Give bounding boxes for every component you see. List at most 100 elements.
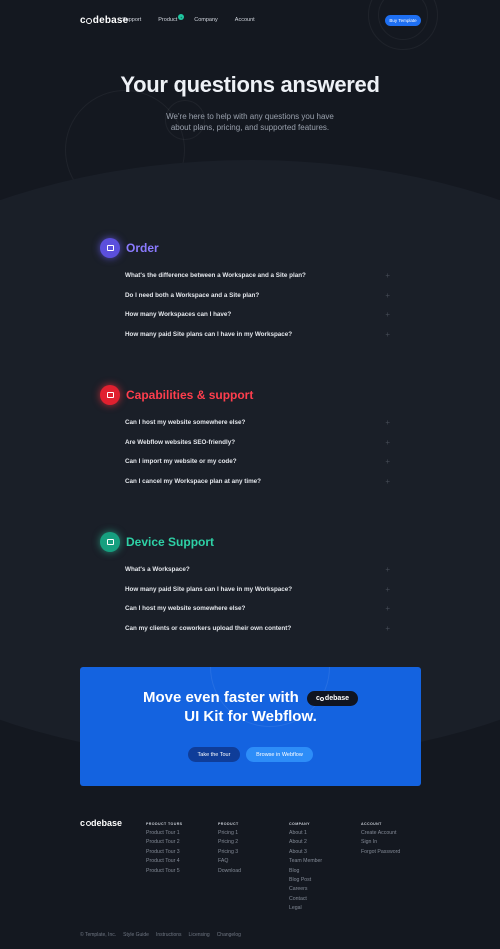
logo-dot-icon bbox=[85, 820, 91, 826]
faq-question[interactable]: Can I host my website somewhere else? + bbox=[125, 599, 390, 619]
footer-link[interactable]: About 2 bbox=[289, 839, 322, 848]
cta-buttons: Take the Tour Browse in Webflow bbox=[80, 747, 421, 762]
footer-heading: PRODUCT TOURS bbox=[146, 822, 183, 826]
page-title: Your questions answered bbox=[120, 72, 380, 97]
faq-question[interactable]: Can I import my website or my code? + bbox=[125, 452, 390, 472]
page-subtitle: We're here to help with any questions yo… bbox=[166, 112, 334, 132]
cta-logo-pill: c debase bbox=[307, 691, 359, 706]
plus-icon: + bbox=[385, 476, 390, 486]
footer-link[interactable]: About 1 bbox=[289, 830, 322, 839]
nav-account[interactable]: Account bbox=[235, 17, 255, 23]
section-header: Order bbox=[100, 237, 390, 259]
main-nav: Support Product + Company Account bbox=[122, 14, 272, 23]
faq-question[interactable]: What's a Workspace? + bbox=[125, 560, 390, 580]
footer-link[interactable]: Download bbox=[218, 868, 241, 877]
faq-question[interactable]: Are Webflow websites SEO-friendly? + bbox=[125, 433, 390, 453]
faq-section-capabilities: Capabilities & support Can I host my web… bbox=[100, 384, 390, 491]
footer-bottom-link[interactable]: Changelog bbox=[217, 932, 241, 938]
faq-question[interactable]: How many paid Site plans can I have in m… bbox=[125, 580, 390, 600]
faq-question[interactable]: How many paid Site plans can I have in m… bbox=[125, 325, 390, 345]
cta-title: Move even faster with c debase UI Kit for… bbox=[80, 688, 421, 726]
faq-question[interactable]: Can I cancel my Workspace plan at any ti… bbox=[125, 472, 390, 492]
footer-link[interactable]: Legal bbox=[289, 905, 322, 914]
footer-link[interactable]: FAQ bbox=[218, 858, 241, 867]
faq-question[interactable]: Can I host my website somewhere else? + bbox=[125, 413, 390, 433]
footer-column-product: PRODUCT Pricing 1 Pricing 2 Pricing 3 FA… bbox=[218, 822, 241, 877]
question-list: Can I host my website somewhere else? + A… bbox=[125, 413, 390, 491]
footer-link[interactable]: Contact bbox=[289, 896, 322, 905]
logo-text-pre: c bbox=[80, 15, 86, 26]
page: c debase Support Product + Company Accoun… bbox=[0, 0, 500, 949]
faq-question[interactable]: Can my clients or coworkers upload their… bbox=[125, 619, 390, 639]
copyright: © Template, Inc. bbox=[80, 932, 117, 938]
nav-product[interactable]: Product + bbox=[158, 14, 185, 23]
footer-link[interactable]: Careers bbox=[289, 886, 322, 895]
footer-link[interactable]: Product Tour 2 bbox=[146, 839, 182, 848]
footer-link[interactable]: Product Tour 4 bbox=[146, 858, 182, 867]
faq-section-device-support: Device Support What's a Workspace? + How … bbox=[100, 531, 390, 638]
faq-question[interactable]: What's the difference between a Workspac… bbox=[125, 266, 390, 286]
footer-link[interactable]: Team Member bbox=[289, 858, 322, 867]
footer-link[interactable]: Pricing 1 bbox=[218, 830, 241, 839]
plus-icon: + bbox=[385, 457, 390, 467]
question-text: Can I import my website or my code? bbox=[125, 458, 237, 466]
footer-link[interactable]: Sign In bbox=[361, 839, 400, 848]
logo-dot-icon bbox=[320, 696, 325, 701]
section-title: Capabilities & support bbox=[126, 388, 254, 402]
logo-dot-icon bbox=[86, 17, 93, 24]
footer-link[interactable]: Pricing 3 bbox=[218, 849, 241, 858]
logo-text-post: debase bbox=[91, 818, 123, 828]
cta-logo-pre: c bbox=[316, 695, 320, 702]
footer-heading: COMPANY bbox=[289, 822, 310, 826]
plus-icon: + bbox=[385, 329, 390, 339]
footer-link[interactable]: Blog Post bbox=[289, 877, 322, 886]
footer-link[interactable]: Product Tour 1 bbox=[146, 830, 182, 839]
question-text: What's the difference between a Workspac… bbox=[125, 272, 306, 280]
footer-heading: PRODUCT bbox=[218, 822, 239, 826]
plus-icon: + bbox=[385, 310, 390, 320]
question-text: Can I cancel my Workspace plan at any ti… bbox=[125, 477, 262, 485]
footer-link[interactable]: About 3 bbox=[289, 849, 322, 858]
nav-support[interactable]: Support bbox=[122, 17, 141, 23]
plus-icon: + bbox=[385, 437, 390, 447]
cta-title-line1: Move even faster with bbox=[142, 689, 299, 706]
take-tour-button[interactable]: Take the Tour bbox=[188, 747, 240, 762]
question-text: Can I host my website somewhere else? bbox=[125, 605, 246, 613]
footer-link[interactable]: Forgot Password bbox=[361, 849, 400, 858]
section-title: Order bbox=[126, 241, 159, 255]
footer-bottom-link[interactable]: Instructions bbox=[156, 932, 182, 938]
product-badge: + bbox=[178, 14, 185, 20]
cart-icon bbox=[100, 238, 120, 258]
plus-icon: + bbox=[385, 418, 390, 428]
footer-link[interactable]: Product Tour 5 bbox=[146, 868, 182, 877]
plus-icon: + bbox=[385, 604, 390, 614]
question-text: Can my clients or coworkers upload their… bbox=[125, 624, 292, 632]
browse-webflow-button[interactable]: Browse in Webflow bbox=[246, 747, 313, 762]
question-text: How many paid Site plans can I have in m… bbox=[125, 585, 293, 593]
footer-bottom-link[interactable]: Style Guide bbox=[123, 932, 149, 938]
footer-link[interactable]: Product Tour 3 bbox=[146, 849, 182, 858]
footer-heading: ACCOUNT bbox=[361, 822, 382, 826]
question-list: What's the difference between a Workspac… bbox=[125, 266, 390, 344]
footer-column-account: ACCOUNT Create Account Sign In Forgot Pa… bbox=[361, 822, 400, 858]
footer-logo[interactable]: c debase bbox=[80, 818, 122, 828]
question-text: Can I host my website somewhere else? bbox=[125, 419, 246, 427]
question-text: How many paid Site plans can I have in m… bbox=[125, 330, 293, 338]
cta-logo-post: debase bbox=[324, 695, 350, 702]
buy-template-button[interactable]: Buy Template bbox=[385, 15, 421, 26]
plus-icon: + bbox=[385, 584, 390, 594]
footer-link[interactable]: Create Account bbox=[361, 830, 400, 839]
nav-company[interactable]: Company bbox=[194, 17, 218, 23]
footer-bottom-link[interactable]: Licensing bbox=[189, 932, 210, 938]
faq-question[interactable]: Do I need both a Workspace and a Site pl… bbox=[125, 286, 390, 306]
footer-column-company: COMPANY About 1 About 2 About 3 Team Mem… bbox=[289, 822, 322, 915]
question-text: Are Webflow websites SEO-friendly? bbox=[125, 438, 236, 446]
nav-product-label: Product bbox=[158, 17, 178, 23]
device-icon bbox=[100, 532, 120, 552]
faq-section-order: Order What's the difference between a Wo… bbox=[100, 237, 390, 344]
logo-text-pre: c bbox=[80, 818, 86, 828]
section-header: Device Support bbox=[100, 531, 390, 553]
faq-question[interactable]: How many Workspaces can I have? + bbox=[125, 305, 390, 325]
footer-link[interactable]: Blog bbox=[289, 868, 322, 877]
footer-link[interactable]: Pricing 2 bbox=[218, 839, 241, 848]
